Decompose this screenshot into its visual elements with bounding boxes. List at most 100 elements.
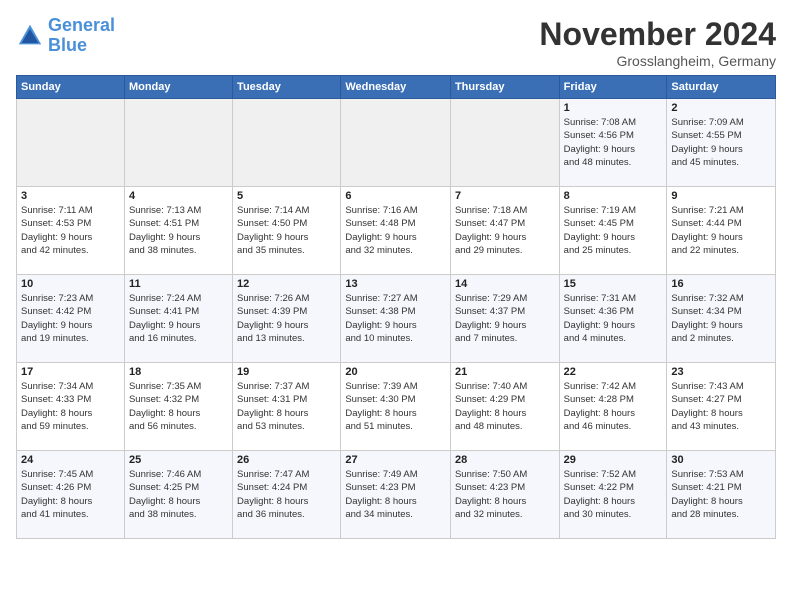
calendar-cell: 30Sunrise: 7:53 AM Sunset: 4:21 PM Dayli… <box>667 451 776 539</box>
calendar-cell: 20 Sunrise: 7:39 AM Sunset: 4:30 PM Dayli… <box>341 363 451 451</box>
calendar-week-3: 17 Sunrise: 7:34 AM Sunset: 4:33 PM Dayli… <box>17 363 776 451</box>
calendar-cell: 15 Sunrise: 7:31 AM Sunset: 4:36 PM Dayli… <box>559 275 667 363</box>
day-info: Sunrise: 7:09 AM Sunset: 4:55 PM Dayligh… <box>671 116 771 169</box>
day-number: 17 <box>21 366 120 378</box>
day-number: 19 <box>237 366 336 378</box>
logo-text: General Blue <box>48 16 115 56</box>
calendar-cell <box>341 99 451 187</box>
day-number: 9 <box>671 190 771 202</box>
calendar-cell <box>233 99 341 187</box>
calendar-cell: 27 Sunrise: 7:49 AM Sunset: 4:23 PM Dayli… <box>341 451 451 539</box>
day-info: Sunrise: 7:29 AM Sunset: 4:37 PM Dayligh… <box>455 292 555 345</box>
calendar-cell: 10 Sunrise: 7:23 AM Sunset: 4:42 PM Dayli… <box>17 275 125 363</box>
calendar-cell: 24Sunrise: 7:45 AM Sunset: 4:26 PM Dayli… <box>17 451 125 539</box>
calendar-cell: 8 Sunrise: 7:19 AM Sunset: 4:45 PM Daylig… <box>559 187 667 275</box>
calendar-cell: 14 Sunrise: 7:29 AM Sunset: 4:37 PM Dayli… <box>450 275 559 363</box>
calendar: Sunday Monday Tuesday Wednesday Thursday… <box>16 75 776 539</box>
day-info: Sunrise: 7:08 AM Sunset: 4:56 PM Dayligh… <box>564 116 663 169</box>
day-number: 28 <box>455 454 555 466</box>
day-info: Sunrise: 7:52 AM Sunset: 4:22 PM Dayligh… <box>564 468 663 521</box>
day-number: 7 <box>455 190 555 202</box>
day-info: Sunrise: 7:34 AM Sunset: 4:33 PM Dayligh… <box>21 380 120 433</box>
day-number: 22 <box>564 366 663 378</box>
day-info: Sunrise: 7:53 AM Sunset: 4:21 PM Dayligh… <box>671 468 771 521</box>
calendar-cell: 12 Sunrise: 7:26 AM Sunset: 4:39 PM Dayli… <box>233 275 341 363</box>
col-friday: Friday <box>559 76 667 99</box>
day-info: Sunrise: 7:32 AM Sunset: 4:34 PM Dayligh… <box>671 292 771 345</box>
calendar-cell: 3Sunrise: 7:11 AM Sunset: 4:53 PM Daylig… <box>17 187 125 275</box>
header-row: Sunday Monday Tuesday Wednesday Thursday… <box>17 76 776 99</box>
calendar-cell: 1 Sunrise: 7:08 AM Sunset: 4:56 PM Daylig… <box>559 99 667 187</box>
calendar-cell: 17 Sunrise: 7:34 AM Sunset: 4:33 PM Dayli… <box>17 363 125 451</box>
col-sunday: Sunday <box>17 76 125 99</box>
calendar-cell: 29 Sunrise: 7:52 AM Sunset: 4:22 PM Dayli… <box>559 451 667 539</box>
day-info: Sunrise: 7:47 AM Sunset: 4:24 PM Dayligh… <box>237 468 336 521</box>
day-info: Sunrise: 7:31 AM Sunset: 4:36 PM Dayligh… <box>564 292 663 345</box>
calendar-week-0: 1 Sunrise: 7:08 AM Sunset: 4:56 PM Daylig… <box>17 99 776 187</box>
calendar-week-2: 10 Sunrise: 7:23 AM Sunset: 4:42 PM Dayli… <box>17 275 776 363</box>
day-info: Sunrise: 7:40 AM Sunset: 4:29 PM Dayligh… <box>455 380 555 433</box>
calendar-week-1: 3Sunrise: 7:11 AM Sunset: 4:53 PM Daylig… <box>17 187 776 275</box>
calendar-cell: 18 Sunrise: 7:35 AM Sunset: 4:32 PM Dayli… <box>124 363 232 451</box>
day-info: Sunrise: 7:49 AM Sunset: 4:23 PM Dayligh… <box>345 468 446 521</box>
logo-icon <box>16 22 44 50</box>
logo: General Blue <box>16 16 115 56</box>
calendar-cell: 19Sunrise: 7:37 AM Sunset: 4:31 PM Dayli… <box>233 363 341 451</box>
day-number: 20 <box>345 366 446 378</box>
calendar-cell: 25 Sunrise: 7:46 AM Sunset: 4:25 PM Dayli… <box>124 451 232 539</box>
calendar-cell <box>124 99 232 187</box>
day-number: 14 <box>455 278 555 290</box>
day-number: 13 <box>345 278 446 290</box>
calendar-cell: 26 Sunrise: 7:47 AM Sunset: 4:24 PM Dayli… <box>233 451 341 539</box>
col-wednesday: Wednesday <box>341 76 451 99</box>
day-number: 12 <box>237 278 336 290</box>
day-info: Sunrise: 7:24 AM Sunset: 4:41 PM Dayligh… <box>129 292 228 345</box>
day-number: 8 <box>564 190 663 202</box>
day-number: 10 <box>21 278 120 290</box>
day-info: Sunrise: 7:43 AM Sunset: 4:27 PM Dayligh… <box>671 380 771 433</box>
calendar-week-4: 24Sunrise: 7:45 AM Sunset: 4:26 PM Dayli… <box>17 451 776 539</box>
location: Grosslangheim, Germany <box>539 53 776 69</box>
day-number: 16 <box>671 278 771 290</box>
day-number: 27 <box>345 454 446 466</box>
calendar-cell: 7 Sunrise: 7:18 AM Sunset: 4:47 PM Daylig… <box>450 187 559 275</box>
month-title: November 2024 <box>539 16 776 53</box>
day-info: Sunrise: 7:23 AM Sunset: 4:42 PM Dayligh… <box>21 292 120 345</box>
calendar-cell <box>17 99 125 187</box>
day-number: 18 <box>129 366 228 378</box>
day-info: Sunrise: 7:19 AM Sunset: 4:45 PM Dayligh… <box>564 204 663 257</box>
calendar-cell: 16 Sunrise: 7:32 AM Sunset: 4:34 PM Dayli… <box>667 275 776 363</box>
calendar-cell: 11Sunrise: 7:24 AM Sunset: 4:41 PM Dayli… <box>124 275 232 363</box>
day-number: 25 <box>129 454 228 466</box>
calendar-cell: 22 Sunrise: 7:42 AM Sunset: 4:28 PM Dayli… <box>559 363 667 451</box>
day-info: Sunrise: 7:27 AM Sunset: 4:38 PM Dayligh… <box>345 292 446 345</box>
logo-line2: Blue <box>48 35 87 55</box>
title-block: November 2024 Grosslangheim, Germany <box>539 16 776 69</box>
day-number: 15 <box>564 278 663 290</box>
calendar-cell: 13 Sunrise: 7:27 AM Sunset: 4:38 PM Dayli… <box>341 275 451 363</box>
day-number: 1 <box>564 102 663 114</box>
calendar-body: 1 Sunrise: 7:08 AM Sunset: 4:56 PM Daylig… <box>17 99 776 539</box>
day-info: Sunrise: 7:46 AM Sunset: 4:25 PM Dayligh… <box>129 468 228 521</box>
calendar-cell: 21 Sunrise: 7:40 AM Sunset: 4:29 PM Dayli… <box>450 363 559 451</box>
day-info: Sunrise: 7:26 AM Sunset: 4:39 PM Dayligh… <box>237 292 336 345</box>
day-number: 29 <box>564 454 663 466</box>
day-number: 23 <box>671 366 771 378</box>
day-number: 26 <box>237 454 336 466</box>
day-number: 21 <box>455 366 555 378</box>
calendar-cell <box>450 99 559 187</box>
day-info: Sunrise: 7:35 AM Sunset: 4:32 PM Dayligh… <box>129 380 228 433</box>
calendar-cell: 5 Sunrise: 7:14 AM Sunset: 4:50 PM Daylig… <box>233 187 341 275</box>
day-number: 6 <box>345 190 446 202</box>
day-number: 2 <box>671 102 771 114</box>
day-number: 5 <box>237 190 336 202</box>
day-number: 3 <box>21 190 120 202</box>
day-info: Sunrise: 7:13 AM Sunset: 4:51 PM Dayligh… <box>129 204 228 257</box>
page-container: General Blue November 2024 Grosslangheim… <box>0 0 792 549</box>
day-info: Sunrise: 7:39 AM Sunset: 4:30 PM Dayligh… <box>345 380 446 433</box>
col-thursday: Thursday <box>450 76 559 99</box>
day-info: Sunrise: 7:18 AM Sunset: 4:47 PM Dayligh… <box>455 204 555 257</box>
day-info: Sunrise: 7:42 AM Sunset: 4:28 PM Dayligh… <box>564 380 663 433</box>
calendar-cell: 2 Sunrise: 7:09 AM Sunset: 4:55 PM Daylig… <box>667 99 776 187</box>
day-info: Sunrise: 7:14 AM Sunset: 4:50 PM Dayligh… <box>237 204 336 257</box>
